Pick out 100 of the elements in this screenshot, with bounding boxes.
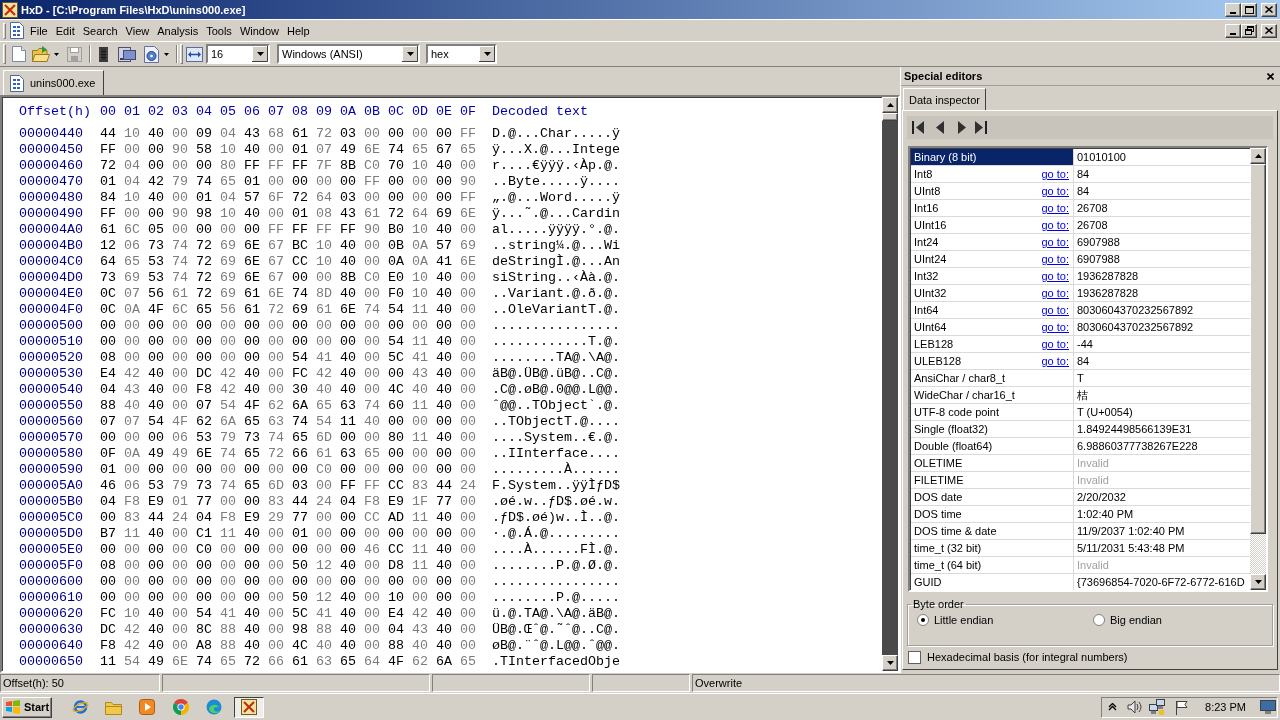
caret-icon[interactable] [164,52,169,56]
taskbar-button[interactable] [234,696,264,718]
restore-button[interactable] [1241,23,1257,38]
flag-icon[interactable] [1175,699,1190,715]
scrollbar-thumb[interactable] [882,113,898,121]
goto-link[interactable]: go to: [1041,219,1069,231]
field-label[interactable]: WideChar / char16_t [911,387,1018,403]
menu-item[interactable]: Analysis [153,22,203,39]
encoding-dropdown[interactable]: Windows (ANSI) [277,44,420,64]
caret-icon[interactable] [54,52,59,56]
field-label[interactable]: UTF-8 code point [911,404,1002,420]
radio-option[interactable]: Little endian [917,614,994,626]
chip-icon[interactable] [99,46,108,62]
inspector-tab[interactable]: Data inspector [903,88,986,110]
grip-handle[interactable] [180,44,183,64]
checkbox-option[interactable]: Hexadecimal basis (for integral numbers) [908,650,1128,664]
field-label[interactable]: OLETIME [911,455,966,471]
scrollbar-thumb[interactable] [1250,164,1266,534]
goto-link[interactable]: go to: [1041,168,1069,180]
menu-item[interactable]: File [26,22,52,39]
goto-link[interactable]: go to: [1041,185,1069,197]
scroll-up-button[interactable] [882,97,898,113]
minimize-button[interactable] [1225,23,1241,38]
field-label[interactable]: GUID [911,574,945,590]
new-document-icon[interactable] [12,46,26,62]
close-icon[interactable] [1267,72,1274,80]
goto-link[interactable]: go to: [1041,304,1069,316]
caret-icon[interactable] [479,46,495,62]
goto-link[interactable]: go to: [1041,355,1069,367]
file-tab[interactable]: unins000.exe [3,70,105,95]
field-label[interactable]: DOS time [911,506,965,522]
grip-handle[interactable] [3,22,6,39]
field-label[interactable]: DOS time & date [911,523,1000,539]
caret-icon[interactable] [252,46,268,62]
menu-item[interactable]: Search [78,22,122,39]
network-icon[interactable] [1149,699,1166,715]
row-offset: 00000490 [19,206,83,222]
field-label[interactable]: Int64 [911,302,942,318]
start-button[interactable]: Start [2,696,52,718]
field-label[interactable]: Double (float64) [911,438,996,454]
field-label[interactable]: UInt64 [911,319,950,335]
goto-link[interactable]: go to: [1041,338,1069,350]
maximize-button[interactable] [1241,2,1257,17]
clock[interactable]: 8:23 PM [1205,701,1246,713]
scroll-down-button[interactable] [882,655,898,671]
close-button[interactable] [1261,2,1277,17]
menu-item[interactable]: Edit [51,22,79,39]
field-label[interactable]: LEB128 [911,336,957,352]
scroll-up-button[interactable] [1250,148,1266,164]
width-arrows-icon[interactable] [186,46,203,62]
grip-handle[interactable] [3,44,6,64]
goto-link[interactable]: go to: [1041,321,1069,333]
field-label[interactable]: ULEB128 [911,353,965,369]
radio-icon[interactable] [1093,614,1105,626]
monitor-icon[interactable] [1260,700,1276,714]
menu-item[interactable]: Help [283,22,314,39]
field-label[interactable]: time_t (32 bit) [911,540,985,556]
field-label[interactable]: Int8 [911,166,936,182]
radio-icon[interactable] [917,614,929,626]
menu-item[interactable]: Window [235,22,283,39]
caret-icon[interactable] [402,46,418,62]
segmented-circle-icon[interactable] [173,699,189,715]
number-base-dropdown[interactable]: hex [426,44,497,64]
field-label[interactable]: Binary (8 bit) [911,149,1073,165]
close-button[interactable] [1261,23,1277,38]
goto-link[interactable]: go to: [1041,236,1069,248]
scrollbar[interactable] [882,97,898,671]
speaker-icon[interactable] [1127,700,1144,714]
drive-icon[interactable] [118,45,136,63]
scrollbar[interactable] [1250,148,1266,590]
previous-icon[interactable] [936,121,944,134]
goto-link[interactable]: go to: [1041,270,1069,282]
ring-icon[interactable] [72,699,89,715]
field-label[interactable]: UInt8 [911,183,944,199]
field-label[interactable]: Int32 [911,268,942,284]
goto-link[interactable]: go to: [1041,202,1069,214]
menu-item[interactable]: Tools [202,22,236,39]
field-label[interactable]: time_t (64 bit) [911,557,985,573]
checkbox-icon[interactable] [908,650,921,664]
radio-option[interactable]: Big endian [1093,614,1162,626]
field-label[interactable]: Int24 [911,234,942,250]
field-label[interactable]: UInt32 [911,285,950,301]
field-label[interactable]: AnsiChar / char8_t [911,370,1009,386]
goto-link[interactable]: go to: [1041,287,1069,299]
goto-link[interactable]: go to: [1041,253,1069,265]
chevron-up-icon[interactable] [1108,703,1118,711]
scroll-down-button[interactable] [1250,574,1266,590]
last-icon[interactable] [975,121,987,134]
first-icon[interactable] [912,121,924,134]
field-label[interactable]: FILETIME [911,472,967,488]
bytes-per-row-dropdown[interactable]: 16 [206,44,270,64]
next-icon[interactable] [958,121,966,134]
field-label[interactable]: DOS date [911,489,966,505]
minimize-button[interactable] [1225,2,1241,17]
field-label[interactable]: UInt16 [911,217,950,233]
field-label[interactable]: Int16 [911,200,942,216]
field-label[interactable]: Single (float32) [911,421,991,437]
menu-item[interactable]: View [121,22,154,39]
field-label[interactable]: UInt24 [911,251,950,267]
play-icon[interactable] [139,699,155,715]
